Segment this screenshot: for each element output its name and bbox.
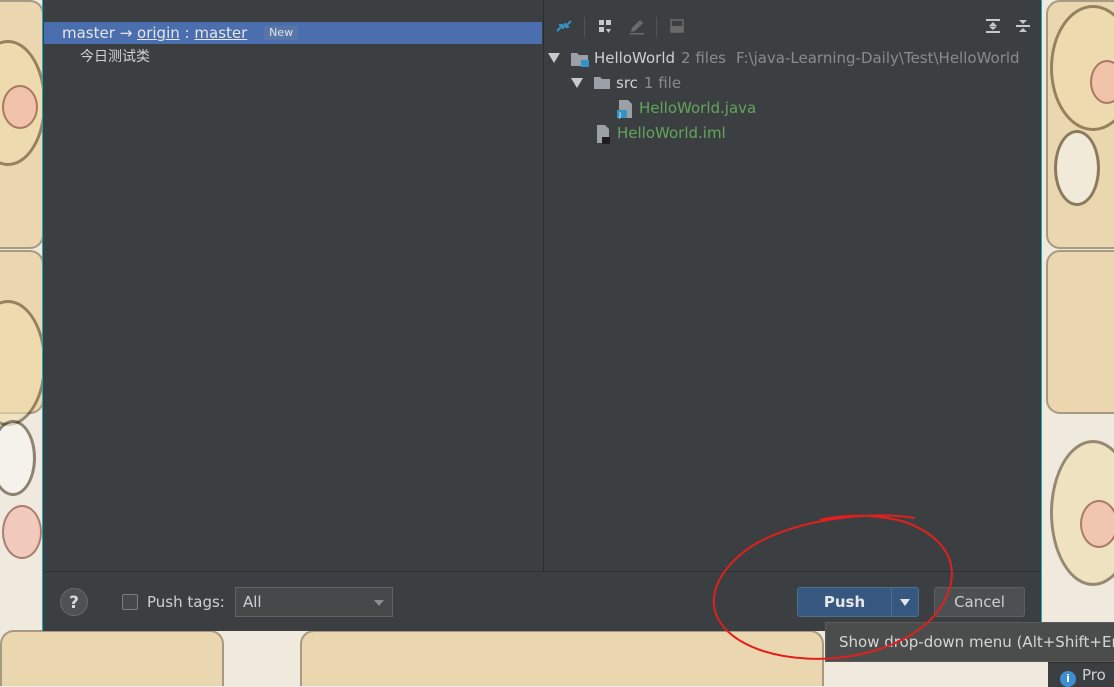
group-by-icon[interactable] — [592, 13, 618, 39]
changes-pane: HelloWorld 2 files F:\java-Learning-Daily\… — [544, 0, 1041, 571]
arrow-icon: → — [119, 24, 133, 42]
remote-link[interactable]: origin — [137, 24, 180, 42]
preview-icon[interactable] — [664, 13, 690, 39]
module-folder-icon — [571, 53, 589, 67]
push-tags-checkbox[interactable] — [122, 594, 138, 610]
expand-toggle-icon[interactable] — [548, 53, 560, 63]
folder-icon — [594, 77, 610, 89]
push-dropdown-button[interactable] — [891, 587, 919, 617]
expand-all-icon[interactable] — [980, 13, 1006, 39]
push-button[interactable]: Push — [797, 587, 892, 617]
push-tags-select[interactable]: All — [235, 587, 393, 617]
collapse-arrows-icon[interactable] — [551, 13, 577, 39]
root-path: F:\java-Learning-Daily\Test\HelloWorld — [736, 49, 1020, 67]
push-tags-value: All — [243, 593, 262, 611]
chevron-down-icon — [374, 600, 384, 606]
help-button[interactable]: ? — [60, 588, 88, 616]
new-badge: New — [264, 26, 299, 40]
svg-text:J: J — [618, 111, 621, 119]
remote-branch-link[interactable]: master — [194, 24, 247, 42]
java-file-icon: J — [617, 100, 632, 119]
branch-mapping-row[interactable]: master → origin : master New — [44, 22, 542, 44]
src-file-count: 1 file — [643, 74, 682, 92]
push-dialog: master → origin : master New 今日测试类 Hello… — [42, 0, 1042, 631]
status-text: Pro — [1082, 666, 1106, 684]
changes-toolbar — [544, 13, 1041, 41]
expand-toggle-icon[interactable] — [571, 78, 583, 88]
collapse-all-icon[interactable] — [1010, 13, 1036, 39]
iml-file-icon — [597, 125, 610, 144]
commit-item[interactable]: 今日测试类 — [80, 47, 150, 67]
cancel-button[interactable]: Cancel — [934, 587, 1025, 617]
iml-file-name: HelloWorld.iml — [617, 124, 726, 142]
separator: : — [184, 24, 190, 42]
local-branch: master — [62, 24, 115, 42]
root-file-count: 2 files — [681, 49, 726, 67]
status-bar: i Pro — [1048, 662, 1114, 687]
chevron-down-icon — [900, 599, 910, 606]
java-file-name: HelloWorld.java — [639, 99, 757, 117]
edit-icon[interactable] — [624, 13, 650, 39]
src-name: src — [616, 74, 638, 92]
commits-pane: master → origin : master New 今日测试类 — [43, 0, 544, 571]
info-icon[interactable]: i — [1060, 671, 1076, 687]
root-name: HelloWorld — [594, 49, 676, 67]
push-tags-label: Push tags: — [147, 593, 225, 611]
dropdown-tooltip: Show drop-down menu (Alt+Shift+Enter) — [825, 622, 1114, 662]
